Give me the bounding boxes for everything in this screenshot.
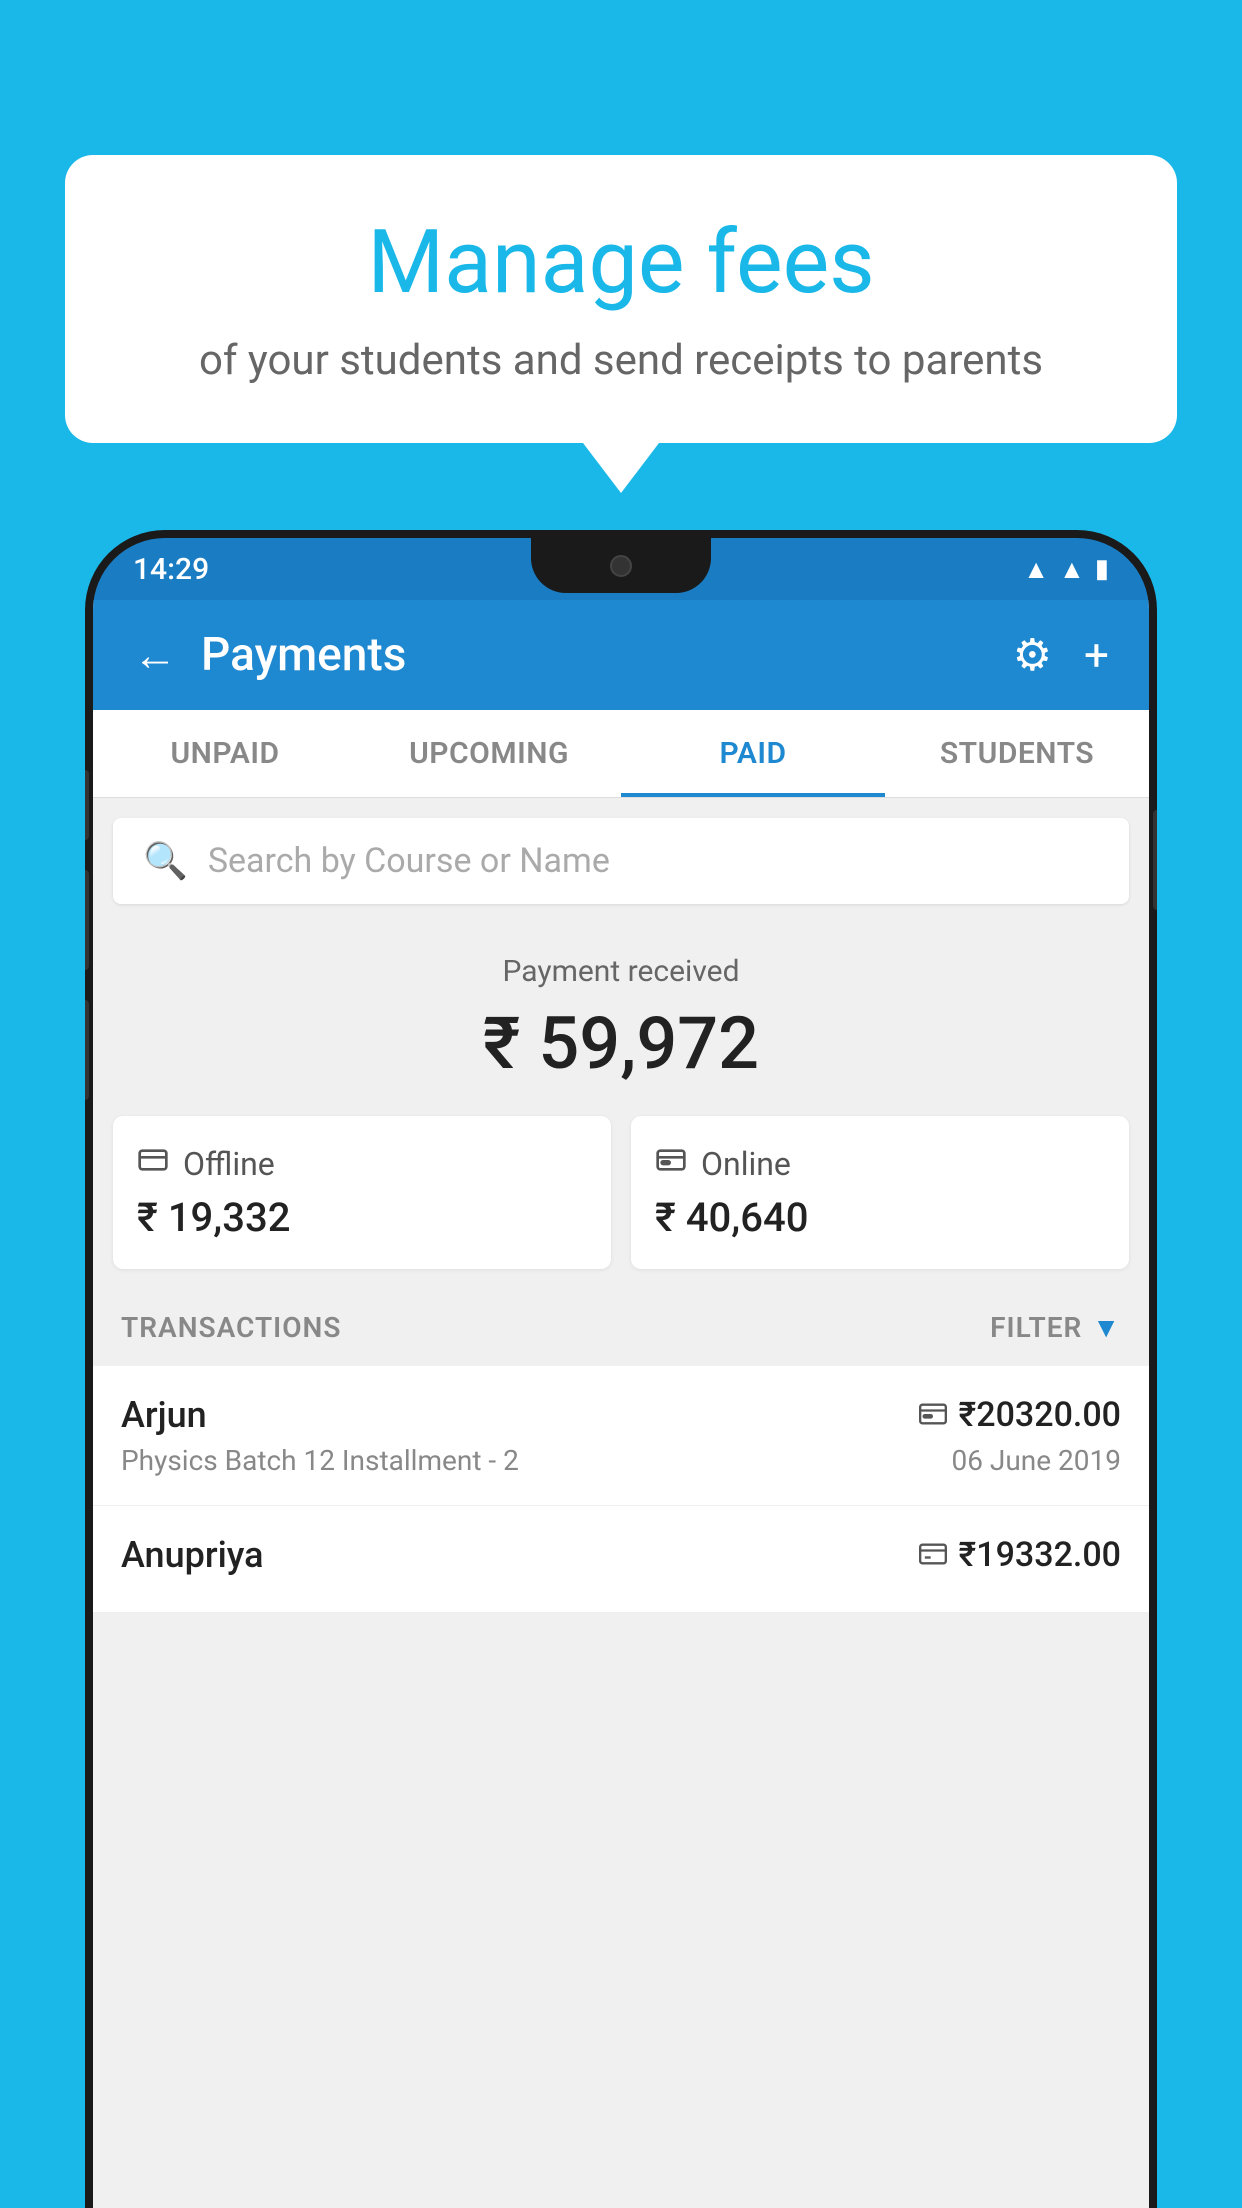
speech-bubble: Manage fees of your students and send re… xyxy=(65,155,1177,443)
online-payment-card: Online ₹ 40,640 xyxy=(631,1116,1129,1269)
app-header: ← Payments ⚙ + xyxy=(93,600,1149,710)
phone-volume-up-button xyxy=(85,770,89,840)
offline-payment-icon xyxy=(919,1539,947,1572)
phone-frame: 14:29 ▲ ▲ ▮ ← Payments ⚙ + xyxy=(85,530,1157,2208)
transaction-row: Arjun ₹20320.00 Physics Batch 1 xyxy=(93,1366,1149,1506)
transaction-amount-row-1: ₹20320.00 xyxy=(919,1395,1121,1435)
transaction-amount-1: ₹20320.00 xyxy=(959,1395,1121,1435)
front-camera xyxy=(610,555,632,577)
phone-inner: 14:29 ▲ ▲ ▮ ← Payments ⚙ + xyxy=(93,538,1149,2208)
speech-bubble-title: Manage fees xyxy=(135,215,1107,312)
status-time: 14:29 xyxy=(133,552,209,587)
transaction-name-1: Arjun xyxy=(121,1394,207,1436)
transaction-course-1: Physics Batch 12 Installment - 2 xyxy=(121,1444,519,1477)
transaction-name-2: Anupriya xyxy=(121,1534,264,1576)
filter-button[interactable]: FILTER ▼ xyxy=(990,1311,1121,1344)
speech-bubble-subtitle: of your students and send receipts to pa… xyxy=(135,334,1107,389)
transactions-header: TRANSACTIONS FILTER ▼ xyxy=(93,1289,1149,1366)
online-amount: ₹ 40,640 xyxy=(655,1194,1105,1241)
wifi-icon: ▲ xyxy=(1023,554,1049,585)
status-icons: ▲ ▲ ▮ xyxy=(1023,554,1109,585)
payment-cards: Offline ₹ 19,332 Onli xyxy=(93,1116,1149,1289)
offline-label: Offline xyxy=(183,1145,275,1183)
status-bar: 14:29 ▲ ▲ ▮ xyxy=(93,538,1149,600)
tab-students[interactable]: STUDENTS xyxy=(885,710,1149,797)
transaction-amount-2: ₹19332.00 xyxy=(959,1535,1121,1575)
settings-icon[interactable]: ⚙ xyxy=(1013,629,1052,681)
phone-volume-down-button xyxy=(85,870,89,970)
transaction-top-1: Arjun ₹20320.00 xyxy=(121,1394,1121,1436)
phone-notch xyxy=(531,538,711,593)
speech-bubble-arrow xyxy=(583,443,659,493)
app-screen: ← Payments ⚙ + UNPAID UPCOMING PAID STUD… xyxy=(93,600,1149,2208)
add-icon[interactable]: + xyxy=(1084,629,1109,681)
signal-icon: ▲ xyxy=(1059,554,1085,585)
header-right: ⚙ + xyxy=(1013,629,1109,681)
search-placeholder: Search by Course or Name xyxy=(208,841,610,881)
back-button[interactable]: ← xyxy=(133,629,177,681)
offline-amount: ₹ 19,332 xyxy=(137,1194,587,1241)
online-payment-icon xyxy=(919,1399,947,1432)
offline-icon xyxy=(137,1144,169,1184)
phone-silent-button xyxy=(85,1000,89,1100)
payment-received-label: Payment received xyxy=(113,954,1129,989)
tab-unpaid[interactable]: UNPAID xyxy=(93,710,357,797)
transactions-label: TRANSACTIONS xyxy=(121,1311,341,1344)
online-label: Online xyxy=(701,1145,791,1183)
filter-label: FILTER xyxy=(990,1311,1082,1344)
transaction-date-1: 06 June 2019 xyxy=(951,1444,1121,1477)
transaction-top-2: Anupriya ₹19332.00 xyxy=(121,1534,1121,1576)
header-left: ← Payments xyxy=(133,628,406,682)
battery-icon: ▮ xyxy=(1095,554,1109,584)
offline-card-header: Offline xyxy=(137,1144,587,1184)
transaction-bottom-1: Physics Batch 12 Installment - 2 06 June… xyxy=(121,1444,1121,1477)
tab-upcoming[interactable]: UPCOMING xyxy=(357,710,621,797)
search-icon: 🔍 xyxy=(143,840,188,882)
payment-total-amount: ₹ 59,972 xyxy=(113,1001,1129,1086)
online-icon xyxy=(655,1144,687,1184)
transaction-amount-row-2: ₹19332.00 xyxy=(919,1535,1121,1575)
tab-paid[interactable]: PAID xyxy=(621,710,885,797)
search-bar[interactable]: 🔍 Search by Course or Name xyxy=(113,818,1129,904)
online-card-header: Online xyxy=(655,1144,1105,1184)
filter-icon: ▼ xyxy=(1092,1311,1121,1344)
transaction-row-2: Anupriya ₹19332.00 xyxy=(93,1506,1149,1613)
phone-power-button xyxy=(1153,810,1157,910)
speech-bubble-container: Manage fees of your students and send re… xyxy=(65,155,1177,493)
payment-received-section: Payment received ₹ 59,972 xyxy=(93,914,1149,1116)
offline-payment-card: Offline ₹ 19,332 xyxy=(113,1116,611,1269)
tabs-bar: UNPAID UPCOMING PAID STUDENTS xyxy=(93,710,1149,798)
page-title: Payments xyxy=(201,628,406,682)
